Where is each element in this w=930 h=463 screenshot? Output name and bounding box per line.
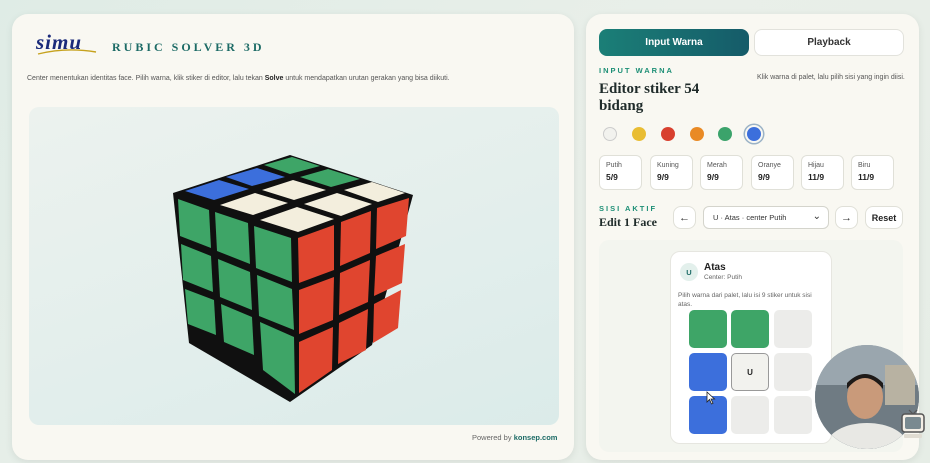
- rubiks-cube-3d[interactable]: [29, 107, 559, 425]
- next-face-button[interactable]: →: [835, 206, 858, 229]
- app-title: RUBIC SOLVER 3D: [112, 40, 265, 54]
- face-select[interactable]: U · Atas · center Putih ⌄: [703, 206, 829, 229]
- powered-by: Powered by konsep.com: [472, 433, 558, 442]
- tv-sticker-icon: [901, 409, 925, 438]
- editor-hint: Klik warna di palet, lalu pilih sisi yan…: [757, 74, 905, 81]
- tab-input-warna[interactable]: Input Warna: [599, 29, 749, 56]
- face-name: Atas: [704, 262, 726, 273]
- input-section-label: INPUT WARNA: [599, 66, 674, 75]
- palette-swatch-green[interactable]: [718, 127, 732, 141]
- sticker-cell[interactable]: [731, 396, 769, 434]
- count-value: 9/9: [707, 172, 719, 182]
- palette-swatch-yellow[interactable]: [632, 127, 646, 141]
- active-side-title: Edit 1 Face: [599, 215, 657, 229]
- chevron-down-icon: ⌄: [812, 211, 821, 222]
- count-name: Biru: [858, 162, 871, 169]
- powered-brand-link[interactable]: konsep.com: [514, 433, 558, 442]
- sticker-cell[interactable]: [774, 396, 812, 434]
- count-value: 9/9: [758, 172, 770, 182]
- count-value: 11/9: [858, 172, 875, 182]
- prev-face-button[interactable]: ←: [673, 206, 696, 229]
- count-name: Putih: [606, 162, 622, 169]
- count-card: Biru 11/9: [851, 155, 894, 190]
- count-card: Hijau 11/9: [801, 155, 844, 190]
- sticker-cell[interactable]: [689, 310, 727, 348]
- count-value: 9/9: [657, 172, 669, 182]
- face-select-value: U · Atas · center Putih: [713, 213, 787, 222]
- face-instruction: Pilih warna dari palet, lalu isi 9 stike…: [678, 292, 812, 309]
- count-name: Hijau: [808, 162, 824, 169]
- count-card: Merah 9/9: [700, 155, 743, 190]
- count-name: Kuning: [657, 162, 679, 169]
- face-badge: U: [680, 263, 698, 281]
- count-name: Oranye: [758, 162, 781, 169]
- palette-swatch-red[interactable]: [661, 127, 675, 141]
- sticker-cell[interactable]: [774, 310, 812, 348]
- palette-swatch-orange[interactable]: [690, 127, 704, 141]
- simu-logo: simu: [36, 30, 98, 56]
- palette-swatch-blue[interactable]: [747, 127, 761, 141]
- count-card: Oranye 9/9: [751, 155, 794, 190]
- cube-3d-stage[interactable]: [29, 107, 559, 425]
- sticker-center[interactable]: U: [731, 353, 769, 391]
- active-side-label: SISI AKTIF: [599, 204, 658, 213]
- mouse-cursor-icon: [706, 391, 716, 405]
- editor-title: Editor stiker 54 bidang: [599, 81, 700, 114]
- count-value: 5/9: [606, 172, 618, 182]
- count-card: Putih 5/9: [599, 155, 642, 190]
- count-value: 11/9: [808, 172, 825, 182]
- count-name: Merah: [707, 162, 727, 169]
- reset-button[interactable]: Reset: [865, 206, 903, 229]
- solve-keyword: Solve: [264, 75, 284, 82]
- face-center-text: Center: Putih: [704, 274, 742, 281]
- sticker-cell[interactable]: [731, 310, 769, 348]
- palette-swatch-white[interactable]: [603, 127, 617, 141]
- count-card: Kuning 9/9: [650, 155, 693, 190]
- tab-playback[interactable]: Playback: [754, 29, 904, 56]
- sticker-cell[interactable]: [689, 353, 727, 391]
- instructions-text: Center menentukan identitas face. Pilih …: [27, 75, 450, 82]
- sticker-cell[interactable]: [774, 353, 812, 391]
- logo-swoosh: [37, 49, 97, 55]
